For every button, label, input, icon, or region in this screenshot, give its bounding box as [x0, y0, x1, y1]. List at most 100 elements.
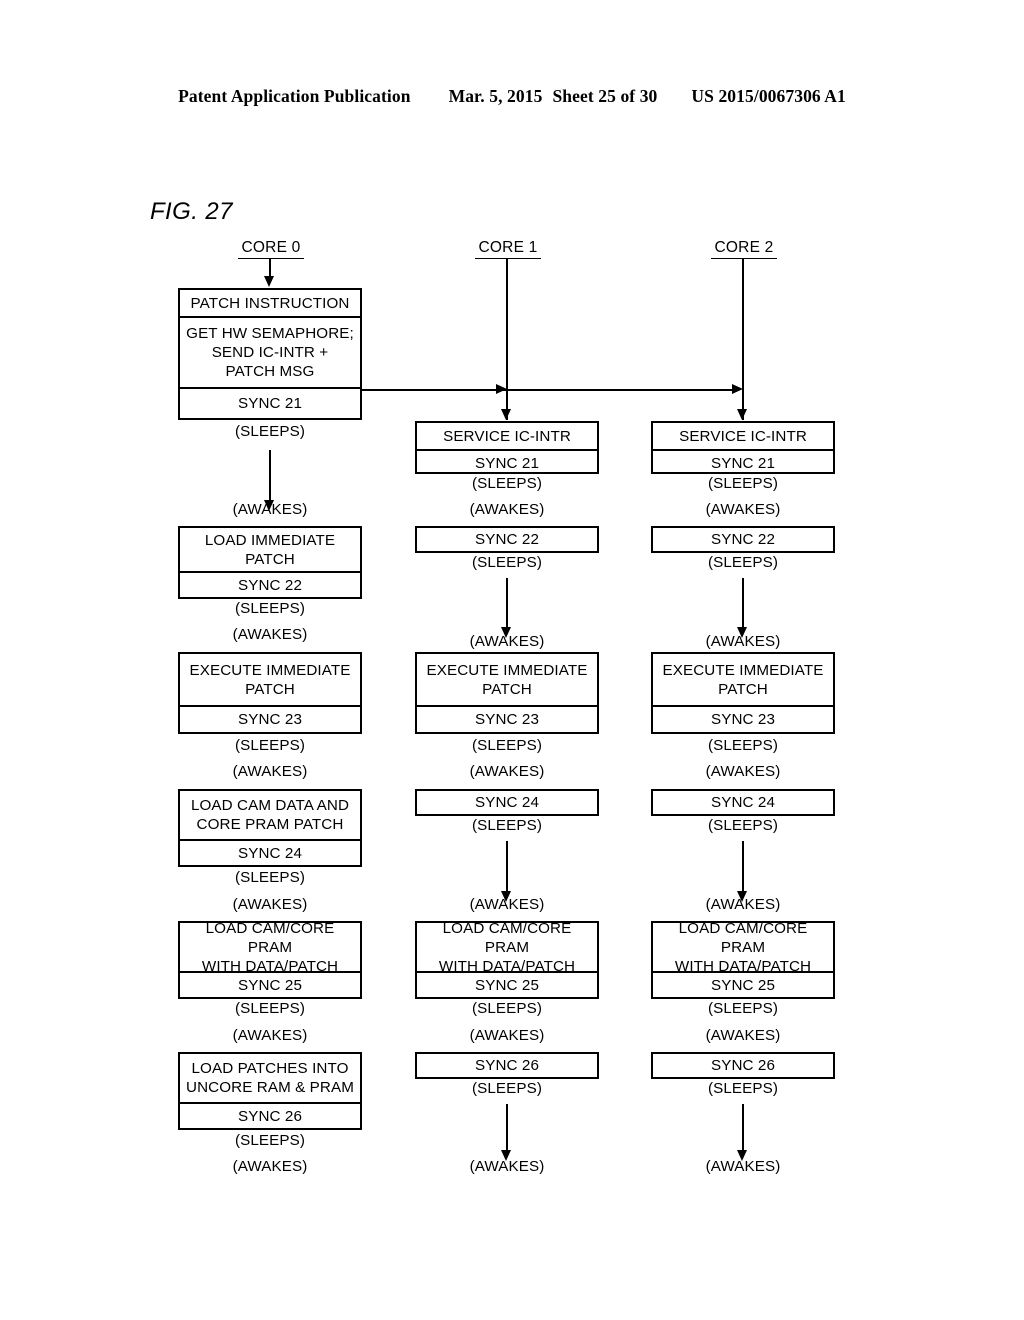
core0-box-patch-instruction: PATCH INSTRUCTION GET HW SEMAPHORE; SEND… [178, 288, 362, 420]
core1-state-sleeps-5: (SLEEPS) [471, 1000, 542, 1017]
core2-entry-arrowhead [737, 409, 747, 420]
core1-entry-line [506, 259, 508, 420]
publication-title: Patent Application Publication [178, 86, 411, 106]
core2-cell-execute-immediate-patch: EXECUTE IMMEDIATE PATCH [662, 661, 824, 698]
publication-date: Mar. 5, 2015 [448, 86, 543, 106]
core0-state-awakes-5: (AWAKES) [232, 1027, 308, 1044]
core0-cell-sync-26: SYNC 26 [180, 1102, 360, 1128]
core0-cell-load-patches-uncore: LOAD PATCHES INTO UNCORE RAM & PRAM [186, 1060, 354, 1096]
core1-entry-arrowhead [501, 409, 511, 420]
core2-state-sleeps-6: (SLEEPS) [707, 1080, 778, 1097]
patent-number: US 2015/0067306 A1 [691, 86, 846, 106]
core2-state-awakes-6: (AWAKES) [705, 1158, 781, 1175]
core0-cell-sync-22: SYNC 22 [180, 571, 360, 597]
core1-arrow-line-4 [506, 841, 508, 893]
core2-arrow-line-2 [742, 578, 744, 629]
core2-cell-sync-23: SYNC 23 [653, 705, 833, 732]
core1-box-load-cam-core-pram: LOAD CAM/CORE PRAM WITH DATA/PATCH SYNC … [415, 919, 599, 999]
core2-state-sleeps-3: (SLEEPS) [707, 737, 778, 754]
core1-cell-sync-23: SYNC 23 [417, 705, 597, 732]
core2-entry-line [742, 259, 744, 420]
core0-state-awakes-6: (AWAKES) [232, 1158, 308, 1175]
core2-state-sleeps-2: (SLEEPS) [707, 554, 778, 571]
core0-cell-sync-21: SYNC 21 [180, 387, 360, 417]
core0-state-awakes-3: (AWAKES) [232, 763, 308, 780]
core1-cell-sync-22: SYNC 22 [474, 531, 539, 548]
core1-arrow-line-6 [506, 1104, 508, 1152]
core0-cell-execute-immediate-patch: EXECUTE IMMEDIATE PATCH [189, 661, 351, 698]
core1-cell-sync-24: SYNC 24 [474, 794, 539, 811]
core0-entry-arrowhead [264, 276, 274, 287]
core1-box-service-ic-intr: SERVICE IC-INTR SYNC 21 [415, 421, 599, 474]
core2-cell-sync-26: SYNC 26 [710, 1057, 775, 1074]
core0-box-load-patches-uncore: LOAD PATCHES INTO UNCORE RAM & PRAM SYNC… [178, 1052, 362, 1130]
core2-state-awakes-2: (AWAKES) [705, 633, 781, 650]
core2-state-sleeps-1: (SLEEPS) [707, 475, 778, 492]
core2-box-load-cam-core-pram: LOAD CAM/CORE PRAM WITH DATA/PATCH SYNC … [651, 919, 835, 999]
core1-box-sync-26: SYNC 26 [415, 1052, 599, 1079]
core2-box-sync-26: SYNC 26 [651, 1052, 835, 1079]
core2-cell-sync-22: SYNC 22 [710, 531, 775, 548]
core2-cell-sync-24: SYNC 24 [710, 794, 775, 811]
core0-cell-patch-instruction: PATCH INSTRUCTION [190, 294, 350, 312]
core2-state-sleeps-4: (SLEEPS) [707, 817, 778, 834]
column-header-core0: CORE 0 [238, 239, 304, 259]
core0-cell-sync-23: SYNC 23 [180, 705, 360, 732]
core2-box-execute-immediate-patch: EXECUTE IMMEDIATE PATCH SYNC 23 [651, 652, 835, 734]
core1-cell-load-cam-core-pram: LOAD CAM/CORE PRAM WITH DATA/PATCH [438, 919, 576, 975]
core1-state-awakes-4: (AWAKES) [469, 896, 545, 913]
core2-arrow-line-6 [742, 1104, 744, 1152]
core1-state-awakes-1: (AWAKES) [469, 501, 545, 518]
core0-state-sleeps-6: (SLEEPS) [234, 1132, 305, 1149]
ic-intr-broadcast-line [360, 389, 735, 391]
core2-state-sleeps-5: (SLEEPS) [707, 1000, 778, 1017]
core2-cell-sync-21: SYNC 21 [653, 449, 833, 476]
core1-box-execute-immediate-patch: EXECUTE IMMEDIATE PATCH SYNC 23 [415, 652, 599, 734]
core1-arrow-line-2 [506, 578, 508, 629]
core0-state-awakes-1: (AWAKES) [232, 501, 308, 518]
core1-cell-sync-21: SYNC 21 [417, 449, 597, 476]
core1-state-sleeps-6: (SLEEPS) [471, 1080, 542, 1097]
core1-state-sleeps-1: (SLEEPS) [471, 475, 542, 492]
core2-box-sync-24: SYNC 24 [651, 789, 835, 816]
core0-cell-load-cam-data: LOAD CAM DATA AND CORE PRAM PATCH [190, 797, 350, 833]
core0-cell-load-immediate-patch: LOAD IMMEDIATE PATCH [204, 531, 336, 568]
core0-cell-get-hw-semaphore: GET HW SEMAPHORE; SEND IC-INTR + PATCH M… [180, 316, 360, 387]
core0-cell-load-cam-core-pram: LOAD CAM/CORE PRAM WITH DATA/PATCH [201, 919, 339, 975]
core0-state-sleeps-4: (SLEEPS) [234, 869, 305, 886]
core0-state-awakes-4: (AWAKES) [232, 896, 308, 913]
core0-box-load-cam-core-pram: LOAD CAM/CORE PRAM WITH DATA/PATCH SYNC … [178, 919, 362, 999]
core1-cell-service-ic-intr: SERVICE IC-INTR [443, 427, 571, 445]
core1-state-awakes-6: (AWAKES) [469, 1158, 545, 1175]
core0-box-load-immediate-patch: LOAD IMMEDIATE PATCH SYNC 22 [178, 526, 362, 599]
core0-state-sleeps-1: (SLEEPS) [234, 423, 305, 440]
core1-state-awakes-2: (AWAKES) [469, 633, 545, 650]
core1-cell-execute-immediate-patch: EXECUTE IMMEDIATE PATCH [426, 661, 588, 698]
core0-cell-sync-24: SYNC 24 [180, 839, 360, 865]
core0-state-sleeps-5: (SLEEPS) [234, 1000, 305, 1017]
core2-state-awakes-4: (AWAKES) [705, 896, 781, 913]
figure-label: FIG. 27 [150, 198, 233, 225]
core0-box-load-cam-data: LOAD CAM DATA AND CORE PRAM PATCH SYNC 2… [178, 789, 362, 867]
core1-box-sync-24: SYNC 24 [415, 789, 599, 816]
core0-state-sleeps-2: (SLEEPS) [234, 600, 305, 617]
core1-state-sleeps-4: (SLEEPS) [471, 817, 542, 834]
core2-state-awakes-5: (AWAKES) [705, 1027, 781, 1044]
core2-cell-service-ic-intr: SERVICE IC-INTR [679, 427, 807, 445]
publication-header: Patent Application Publication Mar. 5, 20… [0, 86, 1024, 107]
core2-state-awakes-3: (AWAKES) [705, 763, 781, 780]
core1-cell-sync-26: SYNC 26 [474, 1057, 539, 1074]
core1-state-sleeps-2: (SLEEPS) [471, 554, 542, 571]
sheet-number: Sheet 25 of 30 [552, 86, 658, 106]
core2-box-sync-22: SYNC 22 [651, 526, 835, 553]
core1-box-sync-22: SYNC 22 [415, 526, 599, 553]
core2-state-awakes-1: (AWAKES) [705, 501, 781, 518]
core1-state-sleeps-3: (SLEEPS) [471, 737, 542, 754]
column-header-core2: CORE 2 [711, 239, 777, 259]
core0-state-sleeps-3: (SLEEPS) [234, 737, 305, 754]
core2-arrow-line-4 [742, 841, 744, 893]
core2-box-service-ic-intr: SERVICE IC-INTR SYNC 21 [651, 421, 835, 474]
core2-cell-load-cam-core-pram: LOAD CAM/CORE PRAM WITH DATA/PATCH [674, 919, 812, 975]
core0-box-execute-immediate-patch: EXECUTE IMMEDIATE PATCH SYNC 23 [178, 652, 362, 734]
core0-state-awakes-2: (AWAKES) [232, 626, 308, 643]
